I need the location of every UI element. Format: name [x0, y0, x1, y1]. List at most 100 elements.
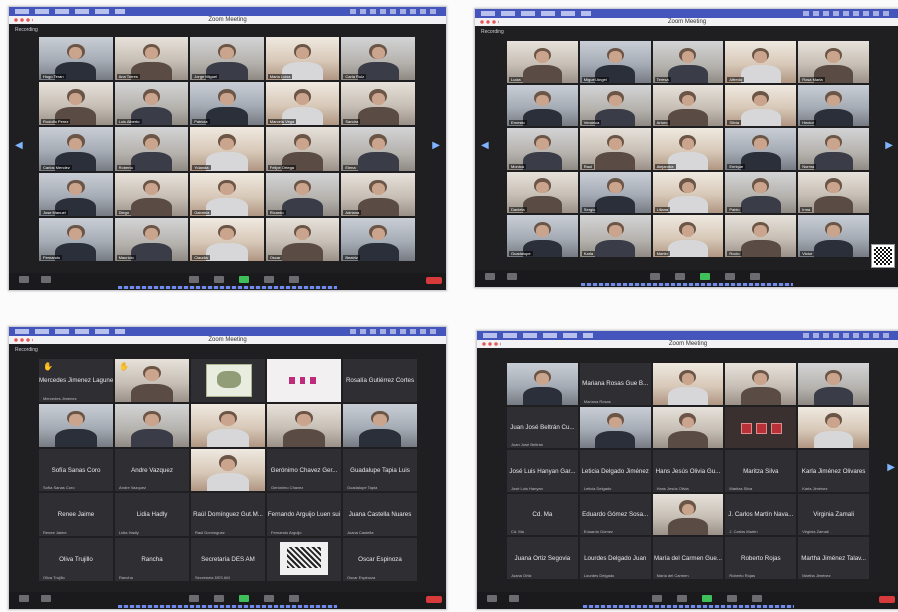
- participant-video-tile[interactable]: Gabriela: [190, 172, 264, 216]
- menu-items[interactable]: [481, 11, 591, 16]
- participant-video-tile[interactable]: Felipe Ortega: [265, 127, 340, 171]
- participant-video-tile[interactable]: [725, 363, 797, 405]
- participant-video-tile[interactable]: Oscar: [265, 217, 340, 261]
- reactions-icon[interactable]: [289, 595, 299, 602]
- participant-video-tile[interactable]: Mauricio: [114, 217, 189, 261]
- video-icon[interactable]: [509, 595, 519, 602]
- window-titlebar[interactable]: Zoom Meeting: [9, 16, 446, 24]
- prev-page-icon[interactable]: ◀: [15, 140, 23, 151]
- reactions-icon[interactable]: [289, 276, 299, 283]
- share-screen-icon[interactable]: [700, 273, 710, 280]
- participant-name-tile[interactable]: Maritza Silva Maritza Silva: [725, 450, 797, 492]
- participant-video-tile[interactable]: [798, 363, 869, 405]
- participant-video-tile[interactable]: Lucia: [507, 41, 578, 83]
- end-button[interactable]: [879, 596, 895, 603]
- participant-video-tile[interactable]: Hector: [798, 84, 869, 127]
- participant-video-tile[interactable]: [579, 406, 651, 449]
- participant-name-tile[interactable]: Rancha Rancha: [115, 538, 189, 581]
- participants-icon[interactable]: [652, 595, 662, 602]
- record-icon[interactable]: [725, 273, 735, 280]
- participant-name-tile[interactable]: Virginia Zamali Virginia Zamali: [798, 493, 869, 536]
- participant-video-tile[interactable]: Rodolfo Perez: [39, 82, 113, 126]
- participant-video-tile[interactable]: [652, 493, 724, 536]
- mute-icon[interactable]: [19, 276, 29, 283]
- participant-video-tile[interactable]: Jose Manuel: [39, 172, 113, 216]
- participant-name-tile[interactable]: Mariana Rosas Gue B... Mariana Rosas: [579, 363, 651, 405]
- participant-video-tile[interactable]: [507, 363, 578, 405]
- participant-video-tile[interactable]: [652, 406, 724, 449]
- video-icon[interactable]: [41, 595, 51, 602]
- participant-video-tile[interactable]: Patricia: [190, 82, 264, 126]
- participant-video-tile[interactable]: Alejandra: [652, 128, 724, 170]
- record-icon[interactable]: [264, 276, 274, 283]
- participant-video-tile[interactable]: Hugo Teran: [39, 37, 113, 81]
- next-page-icon[interactable]: ▶: [432, 140, 440, 151]
- participant-video-tile[interactable]: Rocio: [725, 215, 797, 257]
- participant-name-tile[interactable]: Secretaría DES AM Secretaría DES AM: [191, 538, 265, 581]
- chat-icon[interactable]: [675, 273, 685, 280]
- participant-video-tile[interactable]: Carla Ruiz: [341, 37, 415, 81]
- participant-name-tile[interactable]: Juan José Beltrán Cu... Juan José Beltrán: [507, 406, 578, 449]
- participant-name-tile[interactable]: Oliva Trujillo Oliva Trujillo: [39, 538, 113, 581]
- participant-video-tile[interactable]: Irma: [798, 171, 869, 214]
- participant-name-tile[interactable]: María del Carmen Gue... María del Carmen: [652, 537, 724, 579]
- prev-page-icon[interactable]: ◀: [481, 140, 489, 151]
- participants-icon[interactable]: [650, 273, 660, 280]
- participant-video-tile[interactable]: Carlos Mendez: [39, 127, 113, 171]
- participant-name-tile[interactable]: Roberto Rojas Roberto Rojas: [725, 537, 797, 579]
- participant-video-tile[interactable]: Karla: [579, 215, 651, 257]
- participant-name-tile[interactable]: Oscar Espinoza Oscar Espinoza: [343, 538, 417, 581]
- participant-video-tile[interactable]: Elena: [341, 127, 415, 171]
- participant-video-tile[interactable]: [191, 448, 265, 492]
- window-titlebar[interactable]: Zoom Meeting: [477, 340, 898, 348]
- participant-name-tile[interactable]: Eduardo Gómez Sosa... Eduardo Gómez: [579, 493, 651, 536]
- window-titlebar[interactable]: Zoom Meeting: [9, 336, 446, 344]
- video-icon[interactable]: [507, 273, 517, 280]
- participant-avatar-tile[interactable]: [725, 406, 797, 449]
- chat-icon[interactable]: [214, 276, 224, 283]
- end-button[interactable]: [426, 277, 442, 284]
- participant-name-tile[interactable]: Cd. Ma Cd. Ma: [507, 493, 578, 536]
- participant-name-tile[interactable]: Renee Jaime Renee Jaime: [39, 493, 113, 537]
- participant-video-tile[interactable]: Norma: [798, 128, 869, 170]
- video-icon[interactable]: [41, 276, 51, 283]
- participant-name-tile[interactable]: Andre Vazquez Andre Vazquez: [115, 448, 189, 492]
- participant-video-tile[interactable]: Luis Alberto: [114, 82, 189, 126]
- participant-video-tile[interactable]: Claudia: [190, 217, 264, 261]
- participant-video-tile[interactable]: Victor: [798, 215, 869, 257]
- participant-avatar-tile[interactable]: [191, 359, 265, 402]
- participant-video-tile[interactable]: Jorge Miguel: [190, 37, 264, 81]
- mute-icon[interactable]: [19, 595, 29, 602]
- participant-video-tile[interactable]: Ricardo: [265, 172, 340, 216]
- menu-items[interactable]: [15, 9, 125, 14]
- participant-video-tile[interactable]: Ernesto: [507, 84, 578, 127]
- participant-video-tile[interactable]: [267, 403, 341, 447]
- participant-name-tile[interactable]: Raúl Domínguez Gut.M... Raúl Domínguez: [191, 493, 265, 537]
- participant-video-tile[interactable]: ✋: [115, 359, 189, 402]
- participant-name-tile[interactable]: Lidia Hadly Lidia Hadly: [115, 493, 189, 537]
- mute-icon[interactable]: [485, 273, 495, 280]
- participant-video-tile[interactable]: [39, 403, 113, 447]
- participant-video-tile[interactable]: [652, 363, 724, 405]
- participant-video-tile[interactable]: [115, 403, 189, 447]
- participant-video-tile[interactable]: Beatriz: [341, 217, 415, 261]
- participant-video-tile[interactable]: [343, 403, 417, 447]
- chat-icon[interactable]: [214, 595, 224, 602]
- participant-name-tile[interactable]: José Luis Hanyan Gar... José Luis Hanyan: [507, 450, 578, 492]
- participant-name-tile[interactable]: Juana Ortiz Segovia Juana Ortiz: [507, 537, 578, 579]
- participant-video-tile[interactable]: Veronica: [579, 84, 651, 127]
- participant-video-tile[interactable]: Martin: [652, 215, 724, 257]
- participant-name-tile[interactable]: Fernando Arguijo Luen sui Fernando Arguij…: [267, 493, 341, 537]
- share-screen-icon[interactable]: [239, 276, 249, 283]
- participant-video-tile[interactable]: Pablo: [725, 171, 797, 214]
- participant-video-tile[interactable]: Silvia: [725, 84, 797, 127]
- participant-video-tile[interactable]: Adriana: [341, 172, 415, 216]
- participant-video-tile[interactable]: Marcela Vega: [265, 82, 340, 126]
- participant-avatar-tile[interactable]: [267, 538, 341, 581]
- reactions-icon[interactable]: [752, 595, 762, 602]
- participant-name-tile[interactable]: Gerónimo Chavez Ger... Gerónimo Chavez: [267, 448, 341, 492]
- participant-name-tile[interactable]: Hans Jesús Olivia Gu... Hans Jesús Olivia: [652, 450, 724, 492]
- participant-video-tile[interactable]: Diego: [114, 172, 189, 216]
- share-screen-icon[interactable]: [239, 595, 249, 602]
- participant-name-tile[interactable]: Sofía Sanas Coro Sofía Sanas Coro: [39, 448, 113, 492]
